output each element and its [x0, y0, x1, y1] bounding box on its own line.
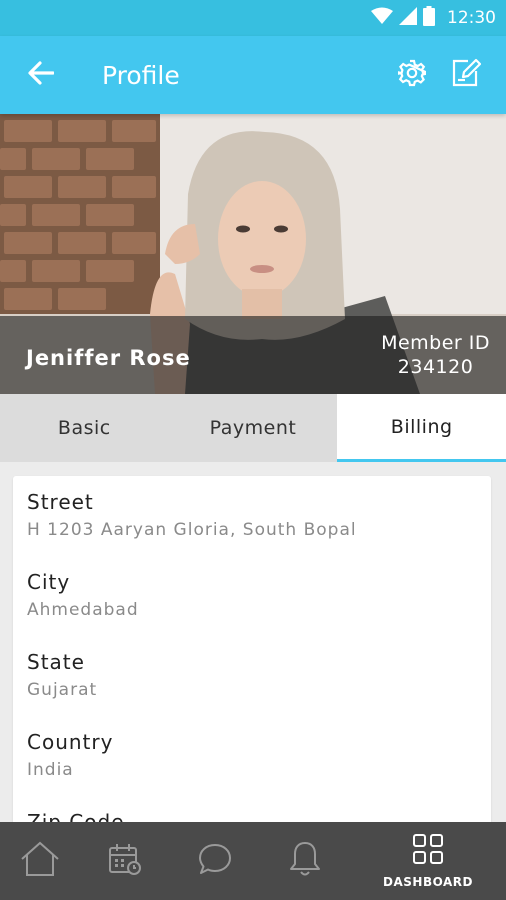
status-time: 12:30: [447, 8, 496, 28]
tab-basic[interactable]: Basic: [0, 394, 169, 462]
country-field: Country India: [27, 730, 491, 810]
chat-icon: [198, 843, 232, 879]
country-value: India: [27, 760, 74, 780]
profile-cover: Jeniffer Rose Member ID 234120: [0, 114, 506, 394]
dashboard-icon: [412, 833, 444, 869]
nav-calendar[interactable]: [80, 822, 170, 900]
nav-chat[interactable]: [170, 822, 260, 900]
battery-icon: [423, 6, 435, 30]
profile-info-bar: Jeniffer Rose Member ID 234120: [0, 316, 506, 394]
edit-icon: [451, 58, 482, 92]
nav-dashboard-label: DASHBOARD: [383, 875, 473, 889]
tab-billing[interactable]: Billing: [337, 394, 506, 462]
page-title: Profile: [102, 60, 180, 90]
calendar-icon: [108, 842, 142, 880]
tab-payment[interactable]: Payment: [168, 394, 338, 462]
settings-button[interactable]: [392, 55, 432, 95]
billing-card: Street H 1203 Aaryan Gloria, South Bopal…: [13, 476, 491, 876]
street-field: Street H 1203 Aaryan Gloria, South Bopal: [27, 490, 491, 570]
wifi-icon: [371, 7, 393, 29]
state-value: Gujarat: [27, 680, 98, 700]
bottom-navigation: DASHBOARD: [0, 822, 506, 900]
member-id-label: Member ID: [381, 332, 490, 354]
status-bar: 12:30: [0, 0, 506, 36]
app-bar: Profile: [0, 36, 506, 114]
street-label: Street: [27, 490, 94, 514]
street-value: H 1203 Aaryan Gloria, South Bopal: [27, 520, 357, 540]
member-id-block: Member ID 234120: [381, 331, 490, 379]
city-value: Ahmedabad: [27, 600, 139, 620]
state-field: State Gujarat: [27, 650, 491, 730]
nav-home[interactable]: [0, 822, 80, 900]
country-label: Country: [27, 730, 114, 754]
back-arrow-icon: [28, 61, 55, 89]
state-label: State: [27, 650, 85, 674]
city-label: City: [27, 570, 71, 594]
nav-notifications[interactable]: [260, 822, 350, 900]
cell-signal-icon: [399, 7, 417, 29]
home-icon: [20, 841, 60, 881]
city-field: City Ahmedabad: [27, 570, 491, 650]
profile-tabs: Basic Payment Billing: [0, 394, 506, 462]
back-button[interactable]: [20, 54, 62, 96]
nav-dashboard[interactable]: DASHBOARD: [350, 822, 506, 900]
profile-name: Jeniffer Rose: [26, 346, 191, 370]
gear-icon: [396, 59, 428, 91]
edit-button[interactable]: [446, 55, 486, 95]
member-id-value: 234120: [397, 356, 474, 378]
bell-icon: [288, 840, 322, 882]
